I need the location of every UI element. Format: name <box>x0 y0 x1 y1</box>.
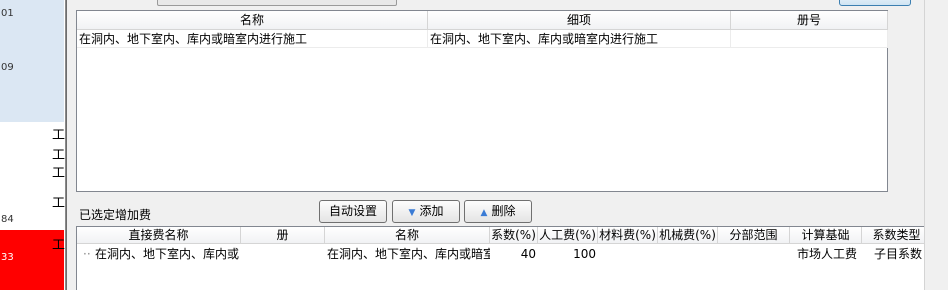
column-header-material[interactable]: 材料费(%) <box>598 227 658 244</box>
cell-material <box>598 245 656 263</box>
cell-machine <box>658 245 716 263</box>
cell-scope <box>718 245 788 263</box>
cell-coef-type: 子目系数 <box>873 247 922 261</box>
column-header-labor[interactable]: 人工费(%) <box>538 227 598 244</box>
row-glyph: 工 <box>52 166 66 181</box>
row-number: 33 <box>1 252 14 263</box>
table-header: 名称 细项 册号 <box>77 11 888 30</box>
column-header-volume[interactable]: 册 <box>241 227 325 244</box>
delete-label: 删除 <box>491 204 516 218</box>
cell-coef: 40 <box>520 247 536 261</box>
add-label: 添加 <box>419 204 444 218</box>
table-row[interactable]: 在洞内、地下室内、库内或暗室内进行施工 在洞内、地下室内、库内或暗室内进行施工 <box>77 30 888 48</box>
cell-name: 在洞内、地下室内、库内或暗室 <box>327 247 490 261</box>
selected-fee-table[interactable]: 直接费名称 册 名称 系数(%) 人工费(%) 材料费(%) 机械费(%) 分部… <box>76 226 933 290</box>
column-header-detail[interactable]: 细项 <box>428 11 731 30</box>
delete-button[interactable]: ▲ 删除 <box>464 200 532 223</box>
column-header-basis[interactable]: 计算基础 <box>790 227 862 244</box>
column-header-coef-type[interactable]: 系数类型 <box>862 227 932 244</box>
column-header-volume[interactable]: 册号 <box>731 11 888 30</box>
auto-setup-label: 自动设置 <box>328 204 377 218</box>
vertical-scrollbar[interactable] <box>924 0 936 290</box>
filter-combobox[interactable] <box>157 0 397 6</box>
fee-item-table[interactable]: 名称 细项 册号 在洞内、地下室内、库内或暗室内进行施工 在洞内、地下室内、库内… <box>76 10 888 192</box>
cell-volume <box>731 30 888 48</box>
column-header-name[interactable]: 名称 <box>77 11 428 30</box>
column-header-direct-name[interactable]: 直接费名称 <box>77 227 241 244</box>
cell-name: 在洞内、地下室内、库内或暗室内进行施工 <box>77 30 428 48</box>
additional-fee-dialog: 名称 细项 册号 在洞内、地下室内、库内或暗室内进行施工 在洞内、地下室内、库内… <box>66 0 936 290</box>
column-header-name[interactable]: 名称 <box>325 227 490 244</box>
cell-detail: 在洞内、地下室内、库内或暗室内进行施工 <box>428 30 731 48</box>
cell-direct-name: 在洞内、地下室内、库内或 <box>95 247 240 261</box>
filter-bar <box>67 0 927 10</box>
cell-labor: 100 <box>573 247 596 261</box>
column-header-machine[interactable]: 机械费(%) <box>658 227 718 244</box>
top-confirm-button[interactable] <box>839 0 911 6</box>
background-window-strip: 01 09 84 33 工 工 工 工 工 <box>0 0 66 290</box>
add-button[interactable]: ▼ 添加 <box>392 200 460 223</box>
tree-line-icon: ··· <box>83 247 91 261</box>
arrow-up-icon: ▲ <box>480 208 488 218</box>
cell-basis: 市场人工费 <box>796 247 857 261</box>
row-glyph: 工 <box>52 148 66 163</box>
row-number: 84 <box>1 214 14 225</box>
column-header-coef[interactable]: 系数(%) <box>490 227 538 244</box>
row-glyph: 工 <box>52 196 66 211</box>
auto-setup-button[interactable]: 自动设置 <box>319 200 387 223</box>
row-number: 09 <box>1 62 14 73</box>
table-header: 直接费名称 册 名称 系数(%) 人工费(%) 材料费(%) 机械费(%) 分部… <box>77 227 933 244</box>
selected-fees-label: 已选定增加费 <box>79 208 152 222</box>
arrow-down-icon: ▼ <box>408 208 416 218</box>
row-number: 01 <box>1 8 14 19</box>
column-header-scope[interactable]: 分部范围 <box>718 227 790 244</box>
row-glyph: 工 <box>52 238 66 253</box>
cell-volume <box>243 245 323 263</box>
row-glyph: 工 <box>52 128 66 143</box>
